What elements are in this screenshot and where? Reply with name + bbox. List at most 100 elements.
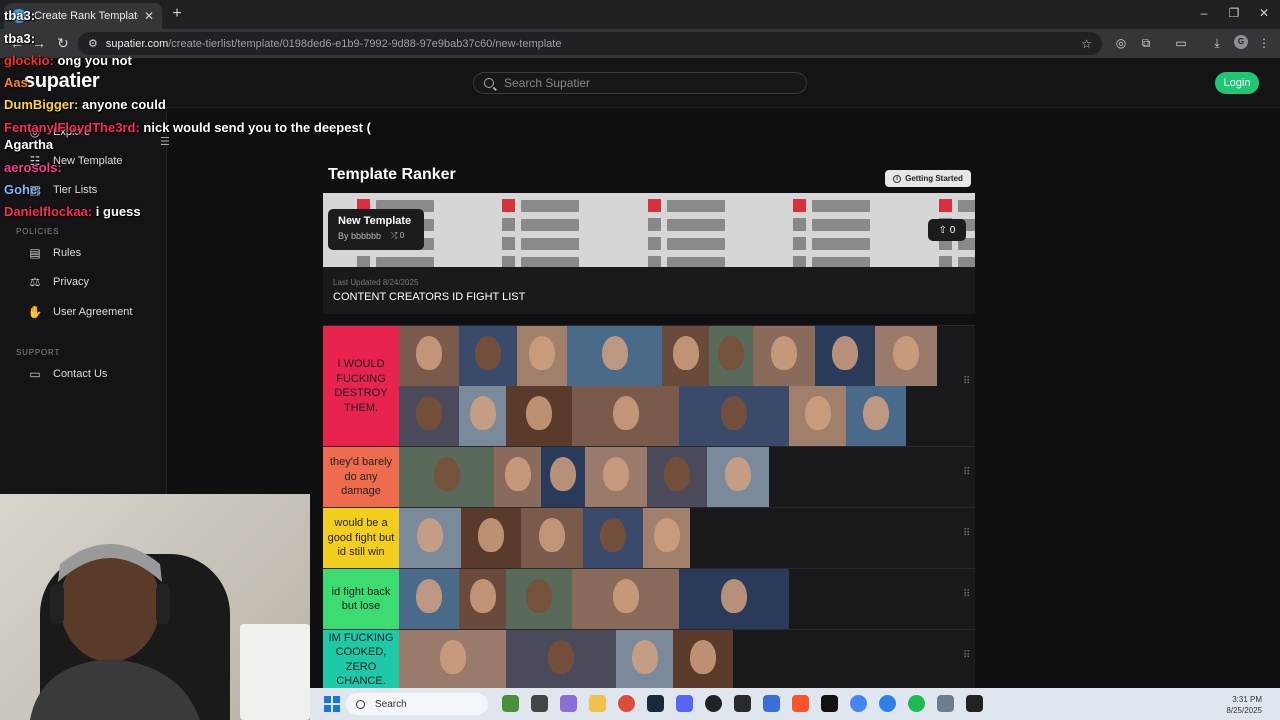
tier-label[interactable]: I WOULD FUCKING DESTROY THEM. <box>323 326 399 446</box>
chrome-active-icon[interactable] <box>850 695 867 712</box>
drag-handle-icon[interactable]: ⠿ <box>963 590 971 605</box>
creator-thumbnail[interactable] <box>459 386 506 446</box>
sidebar-item-privacy[interactable]: ⚖ Privacy <box>27 275 89 289</box>
drag-handle-icon[interactable]: ⠿ <box>963 650 971 666</box>
creator-thumbnail[interactable] <box>506 630 616 690</box>
creator-thumbnail[interactable] <box>506 569 572 629</box>
creator-thumbnail[interactable] <box>567 326 662 386</box>
restore-icon[interactable]: ❐ <box>1224 6 1244 20</box>
sidebar-item-user-agreement[interactable]: ✋ User Agreement <box>27 305 133 319</box>
tier-row[interactable]: would be a good fight but id still win ⠿ <box>323 507 975 568</box>
creator-thumbnail[interactable] <box>707 447 769 507</box>
creator-thumbnail[interactable] <box>572 386 679 446</box>
copilot-icon[interactable] <box>560 695 577 712</box>
creator-thumbnail[interactable] <box>875 326 937 386</box>
extension-icon[interactable]: ◎ <box>1113 35 1129 51</box>
creator-face <box>771 336 797 370</box>
creator-thumbnail[interactable] <box>541 447 585 507</box>
creator-thumbnail[interactable] <box>753 326 815 386</box>
creator-thumbnail[interactable] <box>709 326 753 386</box>
creator-thumbnail[interactable] <box>521 508 583 568</box>
sidebar-item-contact-us[interactable]: ▭ Contact Us <box>27 367 107 381</box>
widgets-icon[interactable] <box>502 695 519 712</box>
creator-thumbnail[interactable] <box>459 326 517 386</box>
windows-start-icon[interactable] <box>324 696 340 712</box>
tier-row[interactable]: they'd barely do any damage ⠿ <box>323 446 975 507</box>
drag-handle-icon[interactable]: ⠿ <box>963 468 971 483</box>
drag-handle-icon[interactable]: ⠿ <box>963 377 971 392</box>
upvote-button[interactable]: ⇧ 0 <box>928 219 966 241</box>
getting-started-button[interactable]: i Getting Started <box>885 170 971 187</box>
login-button[interactable]: Login <box>1215 72 1259 94</box>
template-card[interactable]: New Template By bbbbbb ⤮ 0 <box>328 209 424 250</box>
taskbar-clock[interactable]: 3:31 PM 8/25/2025 <box>1226 694 1262 716</box>
creator-thumbnail[interactable] <box>679 386 789 446</box>
search-box[interactable] <box>473 72 807 94</box>
creator-thumbnail[interactable] <box>789 386 846 446</box>
creator-thumbnail[interactable] <box>506 386 572 446</box>
creator-thumbnail[interactable] <box>461 508 521 568</box>
download-icon[interactable]: ⤓ <box>1209 35 1225 51</box>
url-field[interactable]: ⚙ supatier.com/create-tierlist/template/… <box>78 32 1102 55</box>
settings-gear-icon[interactable] <box>937 695 954 712</box>
tier-label[interactable]: would be a good fight but id still win <box>323 508 399 568</box>
creator-thumbnail[interactable] <box>585 447 647 507</box>
creator-thumbnail[interactable] <box>494 447 541 507</box>
creator-thumbnail[interactable] <box>662 326 709 386</box>
window-close-icon[interactable]: ✕ <box>1254 6 1274 20</box>
tier-row[interactable]: I WOULD FUCKING DESTROY THEM. ⠿ <box>323 325 975 506</box>
search-input[interactable] <box>504 76 784 90</box>
spotify-icon[interactable] <box>908 695 925 712</box>
creator-thumbnail[interactable] <box>643 508 690 568</box>
creator-thumbnail[interactable] <box>399 630 506 690</box>
creator-thumbnail[interactable] <box>616 630 673 690</box>
tab-close-icon[interactable]: ✕ <box>144 9 154 23</box>
xbox-icon[interactable] <box>734 695 751 712</box>
reload-icon[interactable]: ↻ <box>54 35 72 52</box>
creator-thumbnail[interactable] <box>572 569 679 629</box>
chrome-icon[interactable] <box>618 695 635 712</box>
tier-row[interactable]: IM FUCKING COOKED, ZERO CHANCE. ⠿ <box>323 629 975 690</box>
creator-thumbnail[interactable] <box>517 326 567 386</box>
creator-thumbnail[interactable] <box>399 508 461 568</box>
info-app-icon[interactable] <box>821 695 838 712</box>
edge-icon[interactable] <box>879 695 896 712</box>
creator-thumbnail[interactable] <box>846 386 906 446</box>
creator-thumbnail[interactable] <box>459 569 506 629</box>
brave-icon[interactable] <box>792 695 809 712</box>
site-logo[interactable]: supatier <box>24 70 100 93</box>
bookmark-star-icon[interactable]: ☆ <box>1081 37 1092 51</box>
file-explorer-icon[interactable] <box>589 695 606 712</box>
creator-thumbnail[interactable] <box>673 630 733 690</box>
capcut-icon[interactable] <box>966 695 983 712</box>
hamburger-menu-icon[interactable]: ☰ <box>160 135 170 148</box>
profile-avatar[interactable]: G <box>1234 35 1248 49</box>
creator-thumbnail[interactable] <box>399 447 494 507</box>
drag-handle-icon[interactable]: ⠿ <box>963 529 971 544</box>
menu-kebab-icon[interactable]: ⋮ <box>1256 35 1272 51</box>
minimize-icon[interactable]: – <box>1194 6 1214 20</box>
tier-label[interactable]: id fight back but lose <box>323 569 399 629</box>
discord-icon[interactable] <box>676 695 693 712</box>
creator-thumbnail[interactable] <box>399 326 459 386</box>
vpn-icon[interactable] <box>763 695 780 712</box>
obs-icon[interactable] <box>705 695 722 712</box>
tier-row[interactable]: id fight back but lose ⠿ <box>323 568 975 629</box>
sidebar-item-rules[interactable]: ▤ Rules <box>27 246 81 260</box>
task-view-icon[interactable] <box>531 695 548 712</box>
template-author[interactable]: By bbbbbb <box>338 231 381 241</box>
creator-thumbnail[interactable] <box>399 386 459 446</box>
steam-icon[interactable] <box>647 695 664 712</box>
creator-thumbnail[interactable] <box>815 326 875 386</box>
creator-thumbnail[interactable] <box>399 569 459 629</box>
creator-thumbnail[interactable] <box>583 508 643 568</box>
creator-thumbnail[interactable] <box>679 569 789 629</box>
tier-label[interactable]: IM FUCKING COOKED, ZERO CHANCE. <box>323 630 399 689</box>
tier-label[interactable]: they'd barely do any damage <box>323 447 399 507</box>
puzzle-icon[interactable]: ⧉ <box>1138 35 1154 51</box>
taskbar-search[interactable]: Search <box>346 693 488 715</box>
creator-thumbnail[interactable] <box>647 447 707 507</box>
sidebar-toggle-icon[interactable]: ▭ <box>1173 35 1189 51</box>
site-info-icon[interactable]: ⚙ <box>88 37 98 50</box>
new-tab-button[interactable]: + <box>168 5 186 23</box>
